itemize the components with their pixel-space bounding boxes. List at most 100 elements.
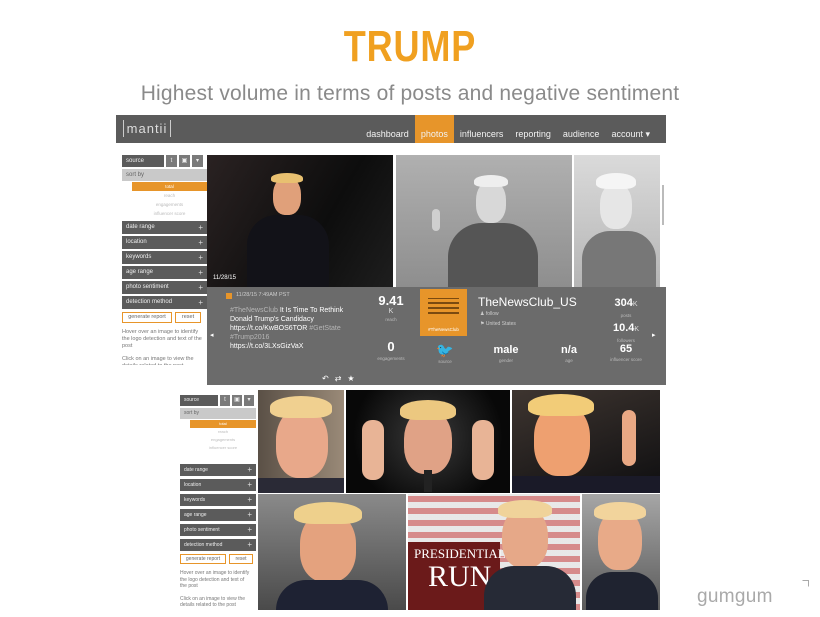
filter-label: detection method: [126, 299, 173, 305]
filter-date-range[interactable]: date range +: [122, 221, 207, 234]
account-logo-tag: #TheNewsClub: [428, 327, 459, 332]
network-label: source: [438, 359, 452, 364]
newsclub-logo-icon: [428, 298, 459, 314]
filter-detection-method[interactable]: detection method +: [122, 296, 207, 309]
followers-unit: K: [634, 326, 640, 333]
previous-arrow-icon[interactable]: ◂: [210, 331, 214, 339]
posts-stat: 304K posts: [602, 293, 650, 318]
nav-account[interactable]: account ▾: [605, 115, 656, 143]
filter-keywords[interactable]: keywords +: [180, 494, 256, 506]
filter-photo-sentiment[interactable]: photo sentiment +: [122, 281, 207, 294]
photo-tile[interactable]: [258, 390, 344, 493]
sort-option-total[interactable]: total: [190, 420, 256, 428]
next-arrow-icon[interactable]: ▸: [652, 331, 656, 339]
nav-dashboard[interactable]: dashboard: [360, 115, 415, 143]
filter-age-range[interactable]: age range +: [122, 266, 207, 279]
age-label: age: [565, 358, 573, 363]
gumgum-logo: gumgum: [697, 586, 773, 607]
sort-option-engagements[interactable]: engagements: [190, 436, 256, 444]
generate-report-button[interactable]: generate report: [180, 554, 226, 564]
nav-audience[interactable]: audience: [557, 115, 606, 143]
account-name[interactable]: TheNewsClub_US: [478, 295, 577, 309]
source-row: source t ▣ ▾: [180, 395, 256, 406]
filter-keywords[interactable]: keywords +: [122, 251, 207, 264]
photo-tile-selected[interactable]: 11/28/15: [207, 155, 393, 287]
filter-sidebar: source t ▣ ▾ sort by total reach engagem…: [180, 395, 256, 609]
sort-option-reach[interactable]: reach: [132, 191, 207, 200]
post-image-icon: [226, 293, 232, 299]
photo-tile[interactable]: [582, 494, 660, 610]
photo-scrollbar[interactable]: [662, 185, 664, 225]
sort-option-influencer-score[interactable]: influencer score: [190, 444, 256, 452]
sort-by-dropdown[interactable]: sort by: [180, 408, 256, 419]
nav-photos[interactable]: photos: [414, 115, 454, 143]
filter-location[interactable]: location +: [122, 236, 207, 249]
influencer-score-value: 65: [619, 343, 633, 355]
photo-tile[interactable]: [574, 155, 660, 287]
filter-label: detection method: [184, 542, 223, 548]
post-handle: #TheNewsClub: [230, 307, 278, 314]
twitter-icon[interactable]: ▾: [244, 395, 254, 406]
photo-tile[interactable]: [258, 494, 406, 610]
click-hint: Click on an image to view the details re…: [122, 356, 194, 365]
plus-icon: +: [247, 495, 252, 504]
photo-date: 11/28/15: [213, 275, 236, 281]
nav-reporting[interactable]: reporting: [509, 115, 557, 143]
generate-report-button[interactable]: generate report: [122, 312, 172, 323]
followers-value: 10.4: [612, 322, 635, 334]
favorite-icon[interactable]: ★: [347, 374, 360, 383]
posts-unit: K: [632, 301, 638, 308]
plus-icon: +: [198, 238, 203, 247]
twitter-icon[interactable]: ▾: [192, 155, 203, 167]
click-hint: Click on an image to view the details re…: [180, 595, 246, 609]
source-label: source: [180, 395, 218, 406]
reset-button[interactable]: reset: [175, 312, 201, 323]
filter-date-range[interactable]: date range +: [180, 464, 256, 476]
mantii-photos-screen: mantii dashboard photos influencers repo…: [116, 115, 666, 385]
instagram-icon[interactable]: ▣: [179, 155, 190, 167]
tumblr-icon[interactable]: t: [220, 395, 230, 406]
sort-option-influencer-score[interactable]: influencer score: [132, 209, 207, 218]
source-label: source: [122, 155, 164, 167]
post-link-2[interactable]: https://t.co/3LXsGizVaX: [230, 343, 303, 350]
sort-options: total reach engagements influencer score: [132, 182, 207, 218]
hover-hint: Hover over an image to identify the logo…: [122, 329, 202, 349]
twitter-bird-icon: 🐦: [436, 342, 454, 358]
reset-button[interactable]: reset: [229, 554, 253, 564]
sort-option-total[interactable]: total: [132, 182, 207, 191]
sort-option-reach[interactable]: reach: [190, 428, 256, 436]
instagram-icon[interactable]: ▣: [232, 395, 242, 406]
reply-icon[interactable]: ↶: [322, 374, 335, 383]
account-follow[interactable]: ♟ follow: [480, 311, 499, 317]
age-value: n/a: [561, 344, 577, 356]
photo-tile[interactable]: PRESIDENTIAL RUN: [408, 494, 580, 610]
sort-by-dropdown[interactable]: sort by: [122, 169, 207, 181]
slide-subtitle: Highest volume in terms of posts and neg…: [140, 82, 680, 105]
report-actions: generate report reset: [180, 554, 256, 564]
post-link-1[interactable]: https://t.co/KwBOS6TOR: [230, 325, 307, 332]
account-country: ⚑ United States: [480, 321, 516, 327]
nav-influencers[interactable]: influencers: [454, 115, 510, 143]
followers-stat: 10.4K followers: [602, 318, 650, 343]
photo-tile[interactable]: [396, 155, 572, 287]
network-stat: 🐦 source: [422, 343, 468, 364]
filter-detection-method[interactable]: detection method +: [180, 539, 256, 551]
sort-option-engagements[interactable]: engagements: [132, 200, 207, 209]
reach-value: 9.41: [378, 293, 404, 308]
post-actions: ↶⇄★: [322, 374, 361, 383]
filter-label: location: [126, 239, 147, 245]
gender-label: gender: [498, 358, 513, 363]
mantii-logo[interactable]: mantii: [123, 120, 171, 137]
photo-tile[interactable]: [346, 390, 510, 493]
photo-tile[interactable]: [512, 390, 660, 493]
filter-age-range[interactable]: age range +: [180, 509, 256, 521]
tumblr-icon[interactable]: t: [166, 155, 177, 167]
reach-label: reach: [385, 317, 397, 322]
sort-by-label: sort by: [126, 172, 145, 178]
filter-label: date range: [184, 467, 208, 473]
account-avatar[interactable]: #TheNewsClub: [420, 289, 467, 336]
retweet-icon[interactable]: ⇄: [335, 374, 348, 383]
filter-label: age range: [184, 512, 207, 518]
filter-photo-sentiment[interactable]: photo sentiment +: [180, 524, 256, 536]
filter-location[interactable]: location +: [180, 479, 256, 491]
